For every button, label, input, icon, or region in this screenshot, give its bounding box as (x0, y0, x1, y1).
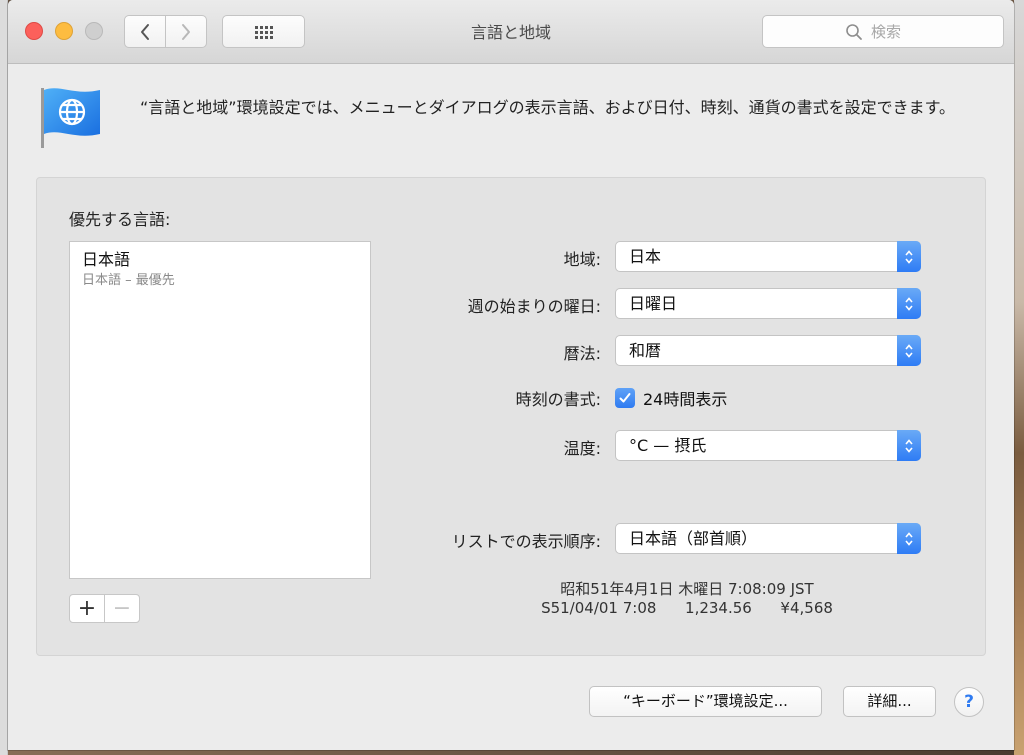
24-hour-checkbox[interactable] (615, 388, 635, 408)
temperature-popup[interactable]: °C — 摂氏 (615, 430, 921, 461)
24-hour-checkbox-row[interactable]: 24時間表示 (615, 386, 727, 410)
language-subtitle: 日本語 – 最優先 (82, 273, 175, 288)
list-order-popup[interactable]: 日本語（部首順） (615, 523, 921, 554)
chevron-left-icon (141, 23, 149, 40)
desktop-background-right (1014, 0, 1024, 755)
calendar-value: 和暦 (629, 341, 662, 360)
show-all-button[interactable] (222, 15, 305, 48)
search-field[interactable] (762, 15, 1004, 48)
list-order-label: リストでの表示順序: (451, 532, 601, 551)
region-popup[interactable]: 日本 (615, 241, 921, 272)
up-down-arrows-icon (897, 523, 921, 554)
minimize-window-button[interactable] (55, 22, 73, 40)
calendar-label: 暦法: (563, 344, 601, 363)
list-order-value: 日本語（部首順） (629, 529, 758, 548)
help-button[interactable]: ? (954, 687, 984, 717)
checkmark-icon (619, 393, 631, 403)
up-down-arrows-icon (897, 288, 921, 319)
search-input[interactable] (871, 22, 921, 41)
close-window-button[interactable] (25, 22, 43, 40)
back-button[interactable] (124, 15, 166, 48)
language-name: 日本語 (82, 250, 131, 269)
preferred-languages-title: 優先する言語: (69, 210, 171, 229)
up-down-arrows-icon (897, 335, 921, 366)
preferences-window: 言語と地域 “言語と地域”環境設定では、メニューとダイアログの表示言語、および日… (8, 0, 1014, 750)
forward-button[interactable] (165, 15, 207, 48)
region-value: 日本 (629, 247, 662, 266)
first-day-value: 日曜日 (629, 294, 678, 313)
up-down-arrows-icon (897, 241, 921, 272)
search-icon (846, 23, 862, 40)
background-window-left (0, 0, 8, 755)
region-label: 地域: (563, 250, 601, 269)
temperature-label: 温度: (563, 439, 601, 458)
title-bar: 言語と地域 (8, 0, 1014, 64)
grid-icon (254, 25, 273, 39)
zoom-window-button[interactable] (85, 22, 103, 40)
preferred-languages-list[interactable]: 日本語 日本語 – 最優先 (69, 241, 371, 579)
keyboard-preferences-button[interactable]: “キーボード”環境設定... (589, 686, 822, 717)
format-sample-date: 昭和51年4月1日 木曜日 7:08:09 JST (560, 580, 814, 598)
language-region-flag-icon (41, 88, 100, 148)
temperature-value: °C — 摂氏 (629, 436, 707, 455)
first-day-popup[interactable]: 日曜日 (615, 288, 921, 319)
format-sample-numbers: S51/04/01 7:08 1,234.56 ¥4,568 (541, 599, 833, 617)
settings-panel: 優先する言語: 日本語 日本語 – 最優先 + − 地域: 日本 週の始まりの曜… (36, 177, 986, 656)
add-language-button[interactable]: + (69, 594, 105, 623)
pane-description: “言語と地域”環境設定では、メニューとダイアログの表示言語、および日付、時刻、通… (140, 98, 955, 117)
remove-language-button[interactable]: − (104, 594, 140, 623)
first-day-label: 週の始まりの曜日: (467, 297, 601, 316)
chevron-right-icon (182, 23, 190, 40)
24-hour-label: 24時間表示 (643, 390, 728, 409)
advanced-button[interactable]: 詳細... (843, 686, 936, 717)
list-item[interactable]: 日本語 日本語 – 最優先 (82, 249, 175, 291)
time-format-label: 時刻の書式: (515, 390, 601, 409)
up-down-arrows-icon (897, 430, 921, 461)
calendar-popup[interactable]: 和暦 (615, 335, 921, 366)
